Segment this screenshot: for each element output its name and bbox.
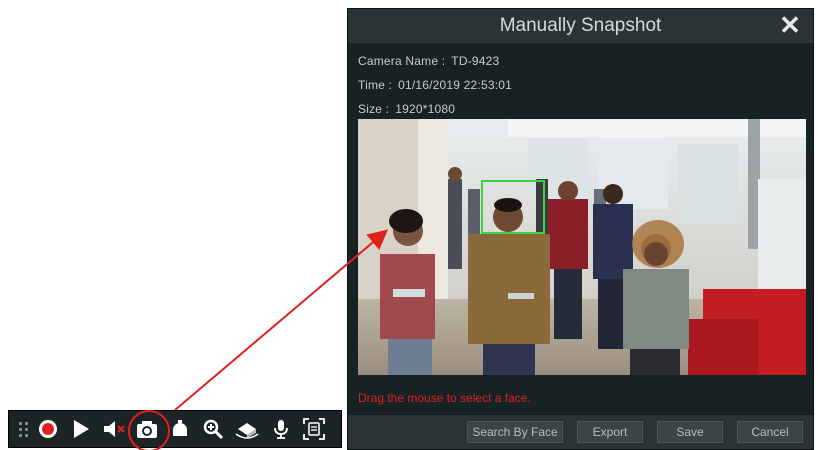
time-label: Time : [358, 78, 393, 92]
time-value: 01/16/2019 22:53:01 [398, 78, 512, 92]
zoom-in-icon[interactable] [201, 416, 225, 442]
microphone-icon[interactable] [269, 416, 293, 442]
face-select-hint: Drag the mouse to select a face. [358, 391, 531, 405]
save-button[interactable]: Save [657, 421, 723, 443]
live-view-toolbar [8, 410, 342, 450]
close-icon[interactable]: ✕ [777, 12, 803, 38]
size-value: 1920*1080 [395, 102, 456, 116]
snapshot-image[interactable] [358, 119, 806, 375]
camera-name-row: Camera Name : TD-9423 [358, 54, 499, 68]
manual-snapshot-dialog: Manually Snapshot ✕ Camera Name : TD-9423… [347, 8, 814, 450]
play-icon[interactable] [69, 416, 93, 442]
dialog-header: Manually Snapshot ✕ [348, 9, 813, 43]
face-capture-icon[interactable] [302, 416, 326, 442]
camera-name-label: Camera Name : [358, 54, 446, 68]
search-by-face-button[interactable]: Search By Face [467, 421, 563, 443]
time-row: Time : 01/16/2019 22:53:01 [358, 78, 512, 92]
snapshot-icon[interactable] [128, 410, 171, 450]
size-row: Size : 1920*1080 [358, 102, 455, 116]
3d-rotate-icon[interactable] [234, 416, 260, 442]
record-icon[interactable] [36, 416, 60, 442]
mute-icon[interactable] [102, 416, 126, 442]
cancel-button[interactable]: Cancel [737, 421, 803, 443]
dialog-footer: Search By Face Export Save Cancel [348, 415, 813, 449]
camera-name-value: TD-9423 [451, 54, 500, 68]
grip-icon[interactable] [19, 418, 28, 440]
ptz-icon[interactable] [168, 416, 192, 442]
export-button[interactable]: Export [577, 421, 643, 443]
dialog-title: Manually Snapshot [499, 15, 662, 36]
size-label: Size : [358, 102, 390, 116]
